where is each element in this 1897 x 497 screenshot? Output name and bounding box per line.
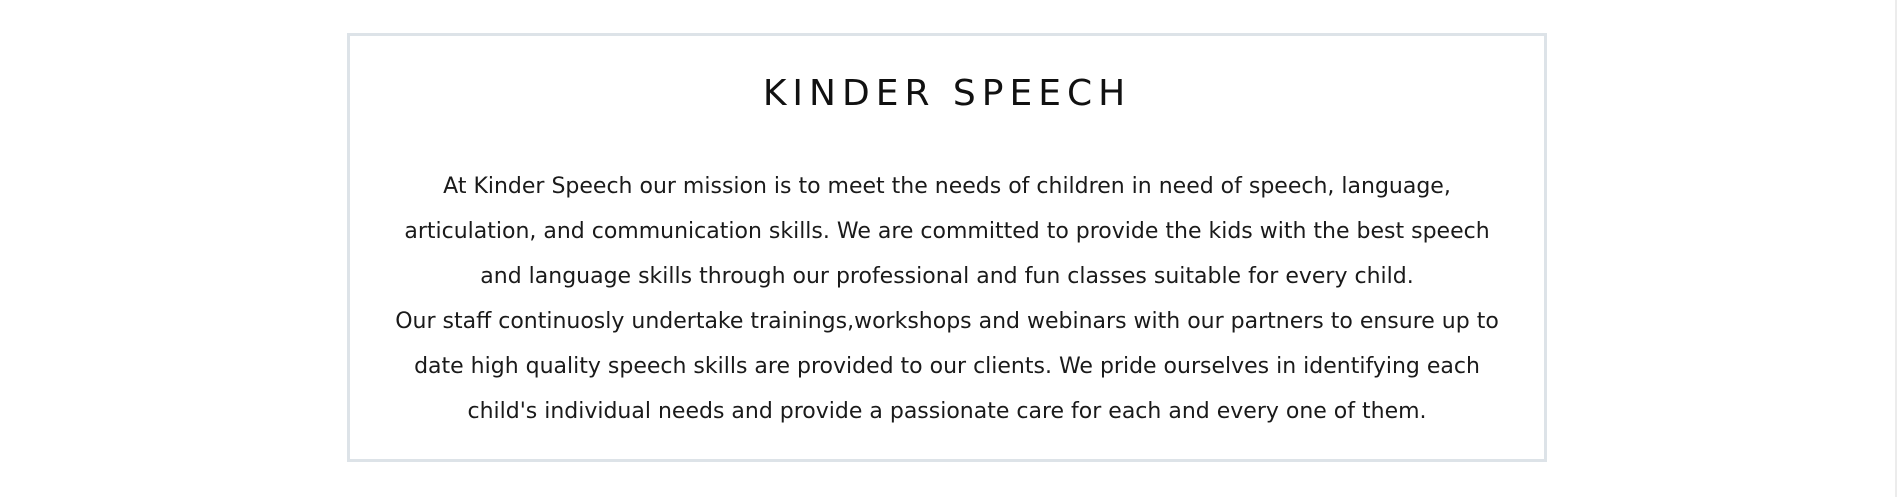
mission-paragraph-2: Our staff continuosly undertake training…: [395, 309, 1499, 424]
mission-text: At Kinder Speech our mission is to meet …: [384, 164, 1510, 434]
about-card: KINDER SPEECH At Kinder Speech our missi…: [347, 33, 1547, 462]
mission-paragraph-1: At Kinder Speech our mission is to meet …: [404, 174, 1490, 289]
section-title: KINDER SPEECH: [762, 73, 1132, 114]
